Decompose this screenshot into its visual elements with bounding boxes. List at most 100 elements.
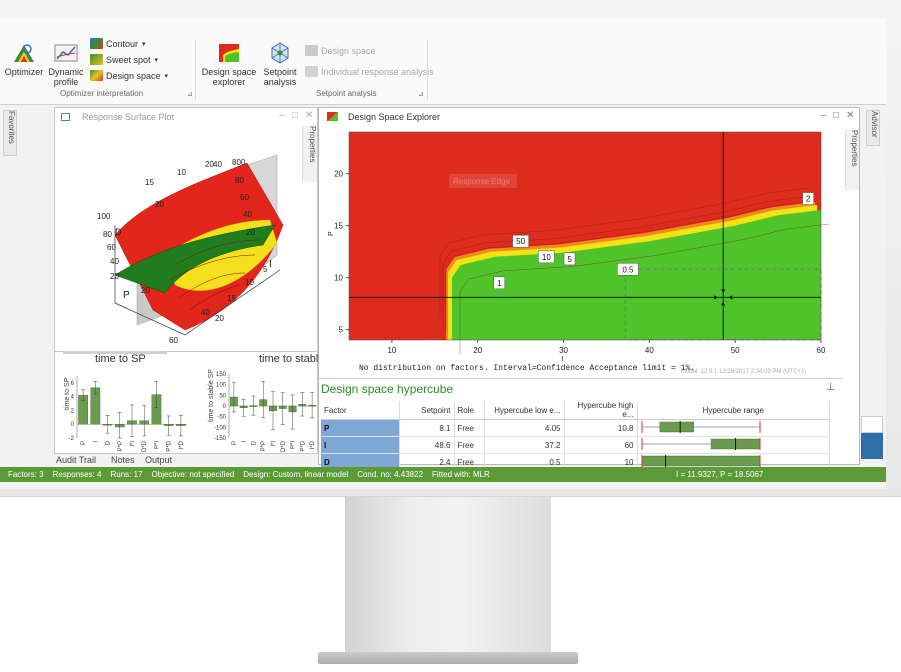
design-space-explorer-button[interactable]: Design space explorer	[200, 42, 258, 87]
contour-icon	[90, 38, 103, 49]
tick-label: 800	[232, 158, 246, 167]
setpoint-analysis-button[interactable]: Setpoint analysis	[261, 42, 299, 87]
coef-category-label: P*D	[300, 440, 306, 451]
role-cell[interactable]: Free	[454, 436, 485, 454]
range-box	[659, 421, 694, 433]
coefficient-plots-window: time to SP time to stable SP time to SP …	[54, 351, 319, 454]
coef-tick-label: -50	[217, 415, 226, 421]
response-surface-plot[interactable]: 100 80 60 40 20 20 15 10 20 40 800 80 60…	[55, 125, 302, 351]
dynamic-profile-button[interactable]: Dynamic profile	[46, 42, 86, 87]
coefficient-plots[interactable]: time to SP time to stable SP time to SP …	[55, 352, 319, 454]
factor-cell[interactable]: P	[321, 419, 400, 437]
coef-tick-label: 4	[71, 395, 75, 401]
minimize-icon[interactable]: –	[279, 110, 285, 121]
low-cell[interactable]: 37.2	[484, 436, 565, 454]
contour-label-text: 5	[567, 255, 572, 264]
close-icon[interactable]: ✕	[305, 110, 313, 121]
design-space-note: No distribution on factors. Interval=Con…	[359, 364, 696, 373]
column-header-low[interactable]: Hypercube low e...	[484, 401, 565, 420]
column-header-high[interactable]: Hypercube high e...	[564, 401, 638, 420]
coef-category-label: D*D	[142, 440, 148, 452]
coef-category-label: I	[93, 441, 99, 443]
monitor-stand-neck	[345, 497, 551, 652]
coef-tick-label: 2	[71, 408, 75, 414]
coef-category-label: P*P	[261, 441, 267, 451]
chevron-down-icon: ▾	[164, 72, 169, 80]
hypercube-panel: Design space hypercube ⊥ Factor Setpoint…	[319, 378, 843, 471]
low-cell[interactable]: 4.05	[484, 419, 565, 437]
coef-chart-title-1: time to SP	[95, 353, 146, 365]
x-tick-label: 10	[387, 346, 396, 355]
ghost-label: Response Edge	[449, 174, 517, 188]
advisor-tab[interactable]: Advisor	[866, 110, 880, 146]
x-tick-label: 60	[817, 346, 826, 355]
individual-response-analysis-button[interactable]: Individual response analysis	[305, 66, 434, 77]
dialog-launcher-icon[interactable]: ⊿	[187, 90, 193, 98]
coef-category-label: P	[232, 441, 238, 445]
properties-tab[interactable]: Properties	[302, 126, 317, 182]
tick-label: 60	[107, 243, 116, 252]
response-surface-titlebar[interactable]: Response Surface Plot	[55, 108, 317, 125]
design-space-explorer-window: Design Space Explorer – □ ✕ Properties 5…	[318, 107, 860, 471]
coef-tick-label: 0	[223, 404, 227, 410]
coef-chart-title-2: time to stable SP	[259, 353, 319, 365]
sweet-spot-button[interactable]: Sweet spot ▾	[90, 54, 158, 65]
table-row[interactable]: I 48.6 Free 37.2 60	[321, 436, 830, 454]
ghost-label-text: Response Edge	[453, 177, 510, 186]
tick-label: 15	[227, 294, 236, 303]
contour-button[interactable]: Contour ▾	[90, 38, 146, 49]
favorites-tab[interactable]: Favorites	[3, 110, 17, 156]
coef-category-label: D*D	[281, 440, 287, 452]
pin-icon[interactable]: ⊥	[826, 382, 835, 393]
hypercube-table: Factor Setpoint Role Hypercube low e... …	[321, 401, 830, 471]
column-header-role[interactable]: Role	[454, 401, 485, 420]
contour-label-text: 2	[806, 195, 811, 204]
range-cell	[637, 436, 830, 454]
tick-label: 60	[240, 193, 249, 202]
coef-category-label: P*I	[154, 441, 160, 449]
design-space-chart[interactable]: 50 10 5 1 0.5 2 Response Edge 10 20 30 40 50 60 5 10 15…	[319, 126, 843, 378]
x-tick-label: 50	[731, 346, 740, 355]
model-stamp: Model: 12.0.1 12/18/2017 2:34:03 PM (UTC…	[681, 369, 807, 375]
design-space-button[interactable]: Design space ▾	[90, 70, 168, 81]
x-tick-label: 20	[473, 346, 482, 355]
design-space-explorer-icon	[219, 44, 239, 62]
tab-notes[interactable]: Notes	[111, 455, 135, 465]
status-responses: Responses: 4	[52, 470, 102, 479]
tick-label: 40	[110, 257, 119, 266]
tick-label: 5	[263, 265, 268, 274]
range-box	[641, 455, 760, 467]
dialog-launcher-icon[interactable]: ⊿	[418, 90, 424, 98]
column-header-setpoint[interactable]: Setpoint	[399, 401, 455, 420]
y-tick-label: 15	[334, 222, 343, 231]
design-space-disabled-button[interactable]: Design space	[305, 45, 376, 56]
coef-category-label: P*P	[118, 441, 124, 451]
tick-label: 20	[141, 286, 150, 295]
close-icon[interactable]: ✕	[846, 110, 854, 121]
x-tick-label: 30	[559, 346, 568, 355]
column-header-range[interactable]: Hypercube range	[637, 401, 830, 420]
coef-category-label: I*D	[179, 440, 185, 449]
status-bar: Factors: 3 Responses: 4 Runs: 17 Objecti…	[0, 467, 886, 482]
tick-label: 20	[215, 314, 224, 323]
tick-label: 40	[213, 160, 222, 169]
high-cell[interactable]: 10.8	[564, 419, 638, 437]
setpoint-cell[interactable]: 48.6	[399, 436, 455, 454]
tick-label: 100	[97, 212, 111, 221]
tab-audit-trail[interactable]: Audit Trail	[56, 455, 96, 465]
factor-cell[interactable]: I	[321, 436, 400, 454]
high-cell[interactable]: 60	[564, 436, 638, 454]
column-header-factor[interactable]: Factor	[321, 401, 400, 420]
optimizer-button[interactable]: Optimizer	[4, 42, 44, 77]
properties-tab[interactable]: Properties	[845, 130, 859, 190]
setpoint-analysis-icon	[271, 42, 289, 64]
y-tick-label: 5	[339, 326, 344, 335]
minimize-icon[interactable]: –	[821, 110, 827, 121]
maximize-icon[interactable]: □	[292, 110, 298, 121]
role-cell[interactable]: Free	[454, 419, 485, 437]
design-space-explorer-titlebar[interactable]: Design Space Explorer	[319, 108, 859, 125]
tab-output[interactable]: Output	[145, 455, 172, 465]
maximize-icon[interactable]: □	[833, 110, 839, 121]
table-row[interactable]: P 8.1 Free 4.05 10.8	[321, 419, 830, 437]
setpoint-cell[interactable]: 8.1	[399, 419, 455, 437]
